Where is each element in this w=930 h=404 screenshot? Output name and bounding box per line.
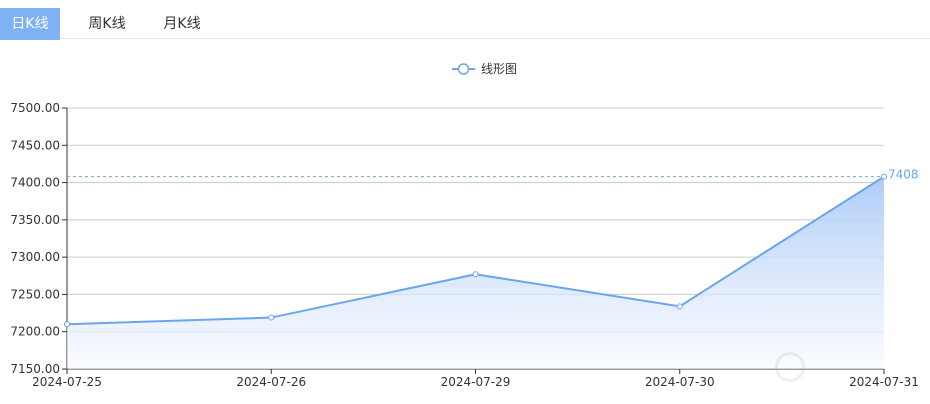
legend-marker-icon <box>457 63 470 75</box>
watermark-logo <box>775 350 925 386</box>
y-tick-label: 7200.00 <box>10 325 60 339</box>
line-chart: 7500.00 7450.00 7400.00 7350.00 7300.00 7250.… <box>10 62 919 389</box>
data-point <box>268 314 275 321</box>
data-point <box>472 271 479 278</box>
y-tick-label: 7150.00 <box>10 362 60 376</box>
markline-label: 7408 <box>888 168 919 182</box>
legend-label: 线形图 <box>481 62 517 76</box>
x-tick-label: 2024-07-25 <box>32 375 102 389</box>
y-tick-label: 7300.00 <box>10 250 60 264</box>
y-tick-label: 7250.00 <box>10 287 60 301</box>
data-point <box>64 321 70 328</box>
x-tick-label: 2024-07-26 <box>236 375 306 389</box>
y-tick-label: 7450.00 <box>10 138 60 152</box>
y-tick-label: 7400.00 <box>10 176 60 190</box>
x-tick-label: 2024-07-29 <box>441 375 511 389</box>
data-point <box>881 173 887 180</box>
y-tick-label: 7500.00 <box>10 101 60 115</box>
y-tick-label: 7350.00 <box>10 213 60 227</box>
data-point <box>676 303 683 310</box>
x-tick-label: 2024-07-30 <box>645 375 715 389</box>
